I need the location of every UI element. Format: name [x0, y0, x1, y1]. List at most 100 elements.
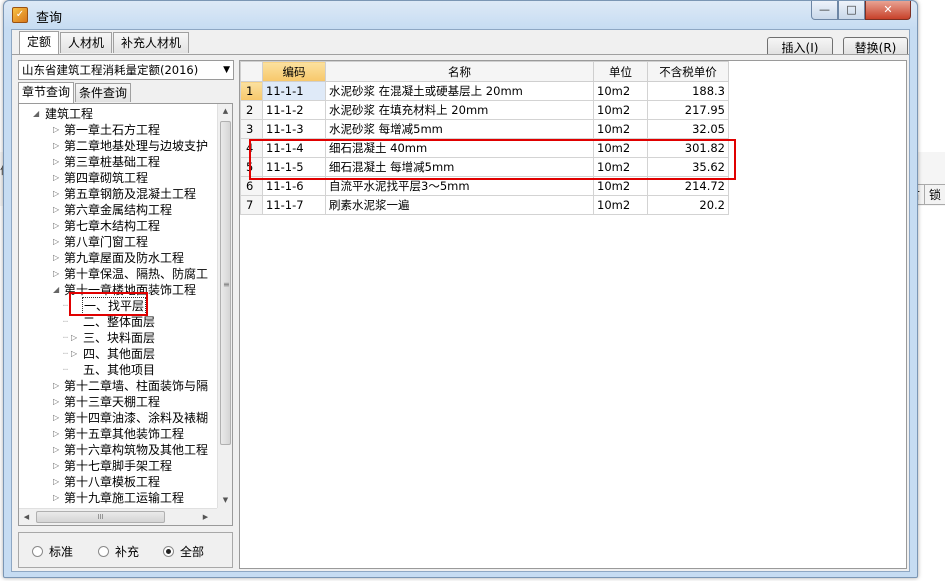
- price-cell[interactable]: 301.82: [647, 138, 729, 158]
- tree-expand-icon[interactable]: ▷: [53, 458, 59, 474]
- price-cell[interactable]: 35.62: [647, 157, 729, 177]
- tree-vertical-scrollbar[interactable]: ▲ ≡ ▼: [217, 104, 232, 508]
- tree-node[interactable]: ▷ 第十三章天棚工程: [19, 394, 218, 410]
- table-row[interactable]: 6 11-1-6 自流平水泥找平层3～5mm 10m2 214.72: [240, 176, 729, 196]
- name-cell[interactable]: 自流平水泥找平层3～5mm: [325, 176, 594, 196]
- tree-node[interactable]: ┈ ▷ 三、块料面层: [19, 330, 218, 346]
- code-cell[interactable]: 11-1-6: [262, 176, 326, 196]
- code-cell[interactable]: 11-1-7: [262, 195, 326, 215]
- tree-expand-icon[interactable]: ▷: [71, 346, 77, 362]
- close-button[interactable]: ✕: [865, 1, 911, 20]
- tree-collapse-icon[interactable]: ◢: [33, 106, 39, 122]
- tree-node[interactable]: ▷ 第二章地基处理与边坡支护: [19, 138, 218, 154]
- tree-hscroll-thumb[interactable]: III: [36, 511, 165, 523]
- tree-node[interactable]: ┈ 二、整体面层: [19, 314, 218, 330]
- unit-cell[interactable]: 10m2: [593, 157, 648, 177]
- tree-scroll-thumb[interactable]: ≡: [220, 121, 231, 445]
- price-cell[interactable]: 214.72: [647, 176, 729, 196]
- tab-quota[interactable]: 定额: [19, 31, 60, 54]
- tree-expand-icon[interactable]: ▷: [53, 426, 59, 442]
- tree-expand-icon[interactable]: ▷: [53, 378, 59, 394]
- tree-expand-icon[interactable]: ▷: [71, 330, 77, 346]
- scroll-right-icon[interactable]: ▶: [198, 509, 213, 525]
- tree-expand-icon[interactable]: ▷: [53, 170, 59, 186]
- tree-node[interactable]: ┈ ▷ 四、其他面层: [19, 346, 218, 362]
- row-number-cell[interactable]: 5: [240, 157, 263, 177]
- tree-expand-icon[interactable]: ▷: [53, 266, 59, 282]
- tree-node[interactable]: ▷ 第十九章施工运输工程: [19, 490, 218, 506]
- tree-expand-icon[interactable]: ▷: [53, 186, 59, 202]
- tree-node[interactable]: ▷ 第五章钢筋及混凝土工程: [19, 186, 218, 202]
- tree-expand-icon[interactable]: ▷: [53, 250, 59, 266]
- table-row[interactable]: 5 11-1-5 细石混凝土 每增减5mm 10m2 35.62: [240, 157, 729, 177]
- name-cell[interactable]: 细石混凝土 40mm: [325, 138, 594, 158]
- scroll-left-icon[interactable]: ◀: [19, 509, 34, 525]
- tree-expand-icon[interactable]: ▷: [53, 442, 59, 458]
- tab-condition-search[interactable]: 条件查询: [75, 83, 132, 102]
- scroll-up-icon[interactable]: ▲: [218, 104, 232, 119]
- tree-node[interactable]: ▷ 第七章木结构工程: [19, 218, 218, 234]
- tree-node[interactable]: ┈ 一、找平层: [19, 297, 218, 315]
- tree-node[interactable]: ▷ 第十四章油漆、涂料及裱糊: [19, 410, 218, 426]
- price-cell[interactable]: 32.05: [647, 119, 729, 139]
- unit-cell[interactable]: 10m2: [593, 195, 648, 215]
- tab-chapter-search[interactable]: 章节查询: [18, 82, 75, 103]
- tree-expand-icon[interactable]: ▷: [53, 122, 59, 138]
- code-cell[interactable]: 11-1-5: [262, 157, 326, 177]
- row-number-cell[interactable]: 4: [240, 138, 263, 158]
- tree-node[interactable]: ▷ 第十六章构筑物及其他工程: [19, 442, 218, 458]
- scroll-down-icon[interactable]: ▼: [218, 493, 232, 508]
- column-header-price[interactable]: 不含税单价: [647, 61, 729, 82]
- tree-node[interactable]: ▷ 第一章土石方工程: [19, 122, 218, 138]
- tree-node[interactable]: ◢ 第十一章楼地面装饰工程: [19, 282, 218, 298]
- row-number-cell[interactable]: 2: [240, 100, 263, 120]
- tree-expand-icon[interactable]: ▷: [53, 490, 59, 506]
- tree-node[interactable]: ┈ 五、其他项目: [19, 362, 218, 378]
- filter-supplementary-radio[interactable]: 补充: [98, 543, 139, 560]
- unit-cell[interactable]: 10m2: [593, 176, 648, 196]
- code-cell[interactable]: 11-1-2: [262, 100, 326, 120]
- tree-node[interactable]: ▷ 第八章门窗工程: [19, 234, 218, 250]
- code-cell[interactable]: 11-1-1: [262, 81, 326, 101]
- row-number-cell[interactable]: 3: [240, 119, 263, 139]
- table-row[interactable]: 1 11-1-1 水泥砂浆 在混凝土或硬基层上 20mm 10m2 188.3: [240, 81, 729, 101]
- tree-expand-icon[interactable]: ▷: [53, 218, 59, 234]
- column-header-unit[interactable]: 单位: [593, 61, 648, 82]
- table-row[interactable]: 3 11-1-3 水泥砂浆 每增减5mm 10m2 32.05: [240, 119, 729, 139]
- tree-expand-icon[interactable]: ▷: [53, 234, 59, 250]
- name-cell[interactable]: 刷素水泥浆一遍: [325, 195, 594, 215]
- tree-expand-icon[interactable]: ▷: [53, 474, 59, 490]
- tree-expand-icon[interactable]: ▷: [53, 410, 59, 426]
- tree-node[interactable]: ▷ 第三章桩基础工程: [19, 154, 218, 170]
- price-cell[interactable]: 217.95: [647, 100, 729, 120]
- unit-cell[interactable]: 10m2: [593, 119, 648, 139]
- tree-node[interactable]: ▷ 第六章金属结构工程: [19, 202, 218, 218]
- name-cell[interactable]: 水泥砂浆 在填充材料上 20mm: [325, 100, 594, 120]
- table-row[interactable]: 2 11-1-2 水泥砂浆 在填充材料上 20mm 10m2 217.95: [240, 100, 729, 120]
- unit-cell[interactable]: 10m2: [593, 100, 648, 120]
- code-cell[interactable]: 11-1-4: [262, 138, 326, 158]
- tree-node[interactable]: ▷ 第十七章脚手架工程: [19, 458, 218, 474]
- tree-expand-icon[interactable]: ▷: [53, 202, 59, 218]
- quota-library-select[interactable]: 山东省建筑工程消耗量定额(2016) ▼: [18, 60, 234, 80]
- table-row[interactable]: 7 11-1-7 刷素水泥浆一遍 10m2 20.2: [240, 195, 729, 215]
- tree-node[interactable]: ▷ 第十章保温、隔热、防腐工: [19, 266, 218, 282]
- tree-expand-icon[interactable]: ▷: [53, 138, 59, 154]
- column-header-code[interactable]: 编码: [262, 61, 326, 82]
- column-header-name[interactable]: 名称: [325, 61, 594, 82]
- tree-node[interactable]: ▷ 第十八章模板工程: [19, 474, 218, 490]
- row-number-cell[interactable]: 1: [240, 81, 263, 101]
- tree-expand-icon[interactable]: ▷: [53, 394, 59, 410]
- minimize-button[interactable]: —: [811, 1, 838, 20]
- tab-labor-material-machine[interactable]: 人材机: [60, 32, 113, 53]
- filter-standard-radio[interactable]: 标准: [32, 543, 73, 560]
- tree-expand-icon[interactable]: ▷: [53, 154, 59, 170]
- name-cell[interactable]: 细石混凝土 每增减5mm: [325, 157, 594, 177]
- name-cell[interactable]: 水泥砂浆 在混凝土或硬基层上 20mm: [325, 81, 594, 101]
- title-bar[interactable]: ✓ 查询 — □ ✕: [4, 1, 917, 29]
- tree-collapse-icon[interactable]: ◢: [53, 282, 59, 298]
- chevron-down-icon[interactable]: ▼: [223, 61, 230, 79]
- tree-node[interactable]: ▷ 第十二章墙、柱面装饰与隔: [19, 378, 218, 394]
- maximize-button[interactable]: □: [838, 1, 865, 20]
- name-cell[interactable]: 水泥砂浆 每增减5mm: [325, 119, 594, 139]
